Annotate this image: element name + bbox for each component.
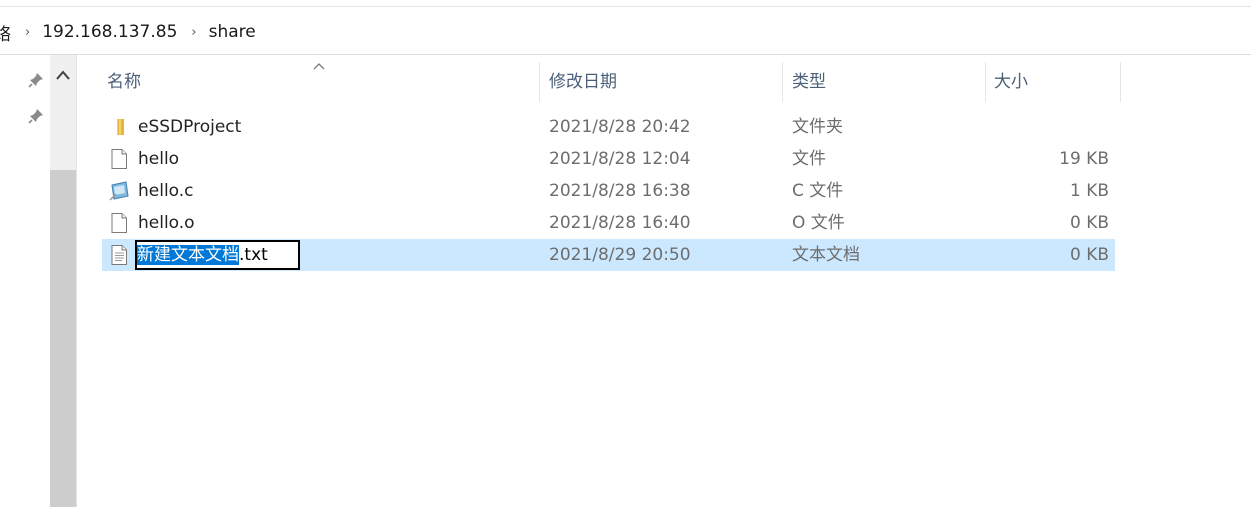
rename-input[interactable]: 新建文本文档.txt: [135, 240, 300, 270]
file-date: 2021/8/28 16:40: [549, 213, 691, 233]
pin-icon[interactable]: [27, 71, 45, 89]
column-header-row: 名称 修改日期 类型 大小: [100, 62, 1122, 102]
column-divider[interactable]: [1120, 62, 1121, 102]
file-row-hello-o[interactable]: hello.o 2021/8/28 16:40 O 文件 0 KB: [102, 207, 1115, 239]
file-row-hello-c[interactable]: hello.c 2021/8/28 16:38 C 文件 1 KB: [102, 175, 1115, 207]
file-size: 0 KB: [1069, 245, 1109, 265]
scroll-up-icon[interactable]: [54, 67, 72, 81]
column-header-size[interactable]: 大小: [994, 62, 1028, 102]
folder-icon: [108, 116, 130, 138]
c-file-icon: [108, 180, 130, 202]
rename-extension-text: .txt: [239, 245, 268, 265]
file-type: 文件夹: [792, 117, 843, 137]
column-divider[interactable]: [782, 62, 783, 102]
column-header-date[interactable]: 修改日期: [549, 62, 617, 102]
rename-selected-text: 新建文本文档: [137, 245, 239, 265]
chevron-right-icon[interactable]: ›: [25, 25, 30, 40]
file-icon: [108, 148, 130, 170]
quick-access-pane: [0, 55, 50, 507]
column-header-type[interactable]: 类型: [792, 62, 826, 102]
file-date: 2021/8/29 20:50: [549, 245, 691, 265]
top-border: [0, 6, 1251, 7]
file-name[interactable]: hello.o: [138, 207, 195, 239]
breadcrumb-item-host[interactable]: 192.168.137.85: [42, 22, 177, 42]
file-size: 1 KB: [1069, 181, 1109, 201]
column-header-name[interactable]: 名称: [107, 62, 141, 102]
breadcrumb-item-share[interactable]: share: [209, 22, 256, 42]
column-divider[interactable]: [985, 62, 986, 102]
file-row-essdproject[interactable]: eSSDProject 2021/8/28 20:42 文件夹: [102, 111, 1115, 143]
pin-icon[interactable]: [27, 107, 45, 125]
file-name[interactable]: eSSDProject: [138, 111, 241, 143]
file-date: 2021/8/28 16:38: [549, 181, 691, 201]
file-name[interactable]: hello: [138, 143, 179, 175]
file-name[interactable]: hello.c: [138, 175, 194, 207]
file-date: 2021/8/28 20:42: [549, 117, 691, 137]
text-file-icon: [108, 244, 130, 266]
chevron-right-icon[interactable]: ›: [191, 25, 196, 40]
file-date: 2021/8/28 12:04: [549, 149, 691, 169]
sort-ascending-icon: [312, 56, 326, 70]
file-row-hello[interactable]: hello 2021/8/28 12:04 文件 19 KB: [102, 143, 1115, 175]
column-divider[interactable]: [539, 62, 540, 102]
file-size: 0 KB: [1069, 213, 1109, 233]
vertical-scrollbar[interactable]: [50, 55, 77, 507]
file-type: C 文件: [792, 181, 844, 201]
file-size: 19 KB: [1059, 149, 1109, 169]
file-type: 文件: [792, 149, 826, 169]
breadcrumb: 络 › 192.168.137.85 › share: [0, 10, 1251, 55]
breadcrumb-item-network[interactable]: 络: [0, 20, 11, 45]
file-type: 文本文档: [792, 245, 860, 265]
scrollbar-thumb[interactable]: [50, 170, 76, 507]
file-type: O 文件: [792, 213, 845, 233]
file-size: [989, 111, 1109, 143]
file-icon: [108, 212, 130, 234]
file-row-new-text-document[interactable]: 新建文本文档.txt 2021/8/29 20:50 文本文档 0 KB: [102, 239, 1115, 271]
